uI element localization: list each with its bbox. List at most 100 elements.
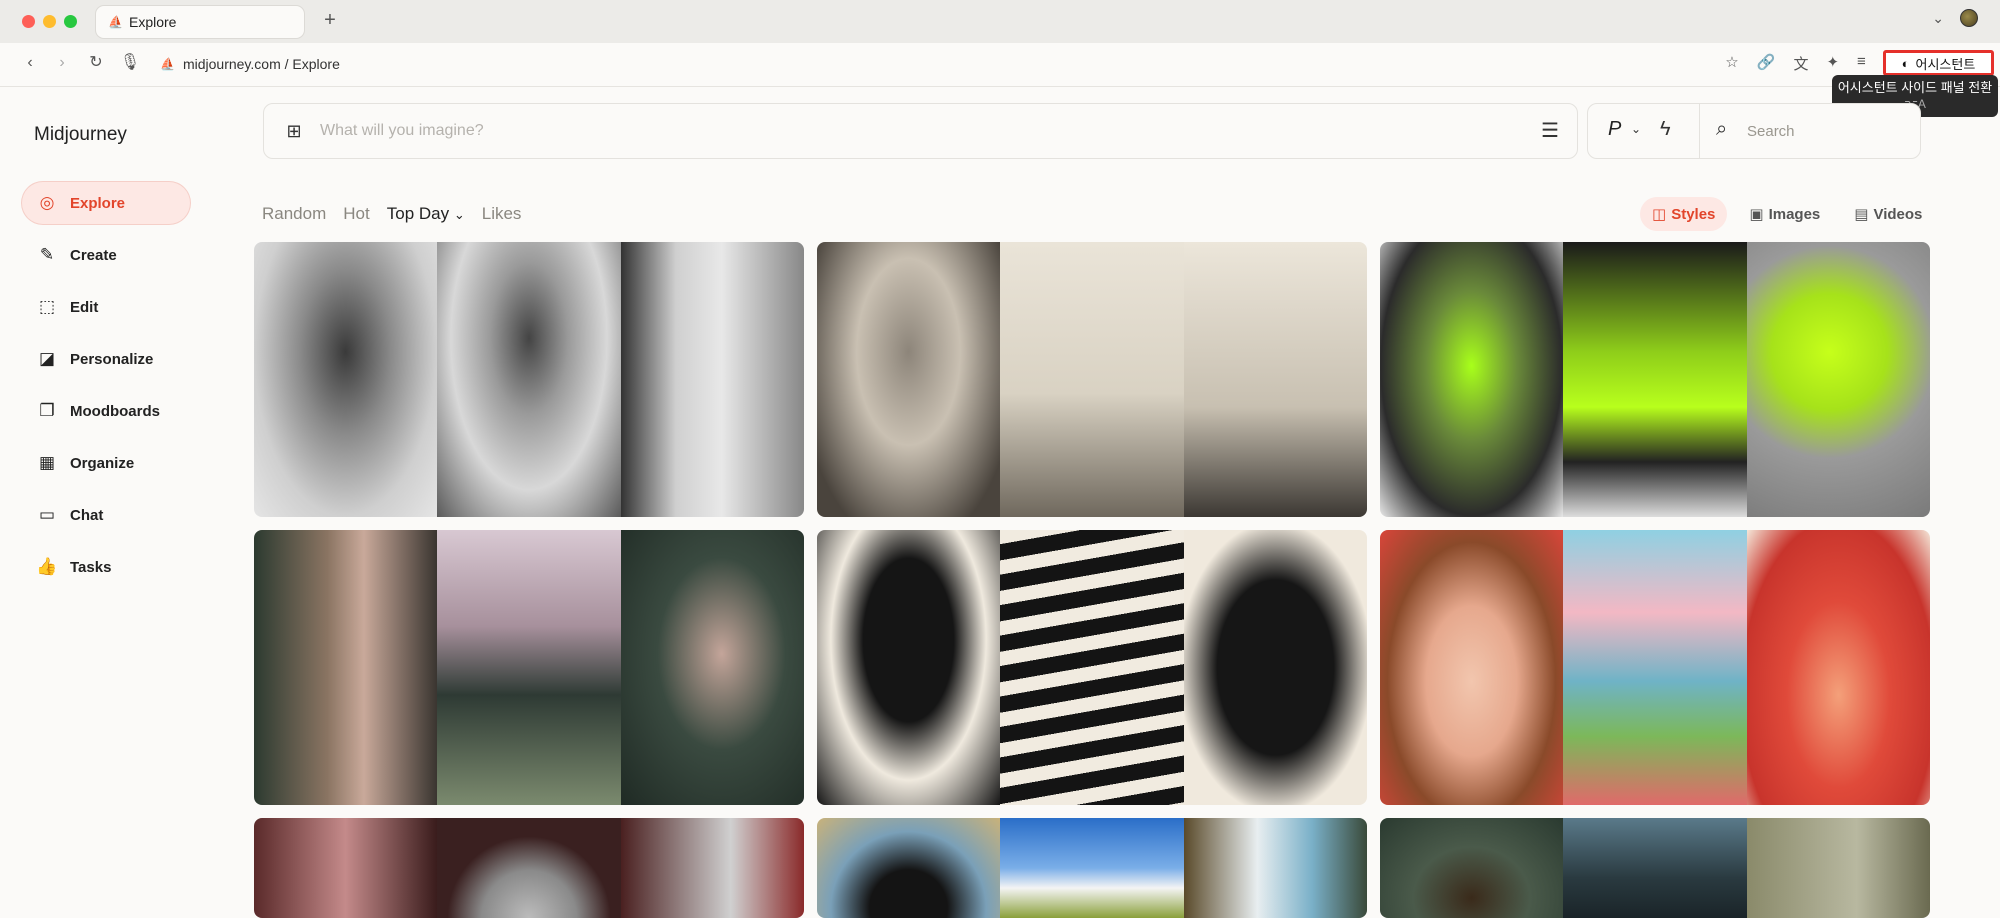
tab-title: Explore (129, 14, 177, 30)
style-card[interactable] (817, 242, 1367, 517)
microphone-icon[interactable]: 🎙 (118, 51, 142, 75)
style-image (437, 242, 621, 517)
sidebar-item-personalize[interactable]: ◪ Personalize (22, 338, 190, 380)
brand-logo[interactable]: Midjourney (34, 124, 127, 146)
style-card[interactable] (254, 818, 804, 918)
tab-videos-label: Videos (1873, 205, 1923, 223)
style-gallery (254, 242, 1930, 918)
divider (1699, 104, 1700, 158)
window-controls (22, 15, 77, 28)
search-input[interactable]: Search (1747, 123, 1795, 140)
settings-sliders-icon[interactable]: ☰ (1541, 118, 1559, 143)
sidebar-item-chat[interactable]: ▭ Chat (22, 494, 190, 536)
zoom-window-button[interactable] (64, 15, 77, 28)
style-card[interactable] (254, 242, 804, 517)
style-image (620, 242, 804, 517)
sidebar-item-create[interactable]: ✎ Create (22, 234, 190, 276)
tooltip-text: 어시스턴트 사이드 패널 전환 (1837, 80, 1993, 95)
style-image (1183, 818, 1367, 918)
style-image (1380, 818, 1564, 918)
sidebar-item-edit[interactable]: ⬚ Edit (22, 286, 190, 328)
tab-videos[interactable]: ▤ Videos (1842, 197, 1934, 231)
style-image (620, 818, 804, 918)
browser-tab[interactable]: ⛵ Explore (96, 6, 304, 38)
prompt-bar[interactable]: ⊞ What will you imagine? ☰ (263, 103, 1578, 159)
style-image (1746, 530, 1930, 805)
assistant-label: 어시스턴트 (1915, 56, 1976, 72)
extensions-icon[interactable]: ✦ (1826, 53, 1839, 74)
personalization-mode-button[interactable]: P (1608, 118, 1621, 141)
style-image (817, 818, 1001, 918)
style-image (254, 242, 438, 517)
sidebar-item-label: Create (70, 246, 117, 264)
tab-styles[interactable]: ◫ Styles (1640, 197, 1728, 231)
style-image (1563, 242, 1747, 517)
minimize-window-button[interactable] (43, 15, 56, 28)
site-icon: ⛵ (160, 57, 175, 71)
thumbs-up-icon: 👍 (36, 557, 58, 576)
url-text: midjourney.com / Explore (182, 56, 340, 72)
style-image (1746, 818, 1930, 918)
moodboard-icon: ❐ (39, 401, 55, 420)
reload-button[interactable]: ↻ (84, 51, 108, 75)
tab-hot[interactable]: Hot (343, 204, 369, 224)
style-image (817, 530, 1001, 805)
lightning-icon[interactable]: ϟ (1660, 118, 1671, 141)
tab-images[interactable]: ▣ Images (1737, 197, 1832, 231)
address-bar[interactable]: ⛵ midjourney.com / Explore (160, 56, 340, 72)
styles-icon: ◫ (1652, 206, 1667, 223)
sidebar-nav: ◎ Explore ✎ Create ⬚ Edit ◪ Personalize … (22, 182, 190, 598)
chevron-down-icon[interactable]: ⌄ (1631, 122, 1641, 136)
forward-button[interactable]: › (50, 51, 74, 75)
chat-icon: ▭ (38, 505, 56, 524)
style-card[interactable] (1380, 818, 1930, 918)
chevron-down-icon: ⌄ (453, 207, 465, 222)
style-card[interactable] (1380, 530, 1930, 805)
style-image (620, 530, 804, 805)
back-button[interactable]: ‹ (18, 51, 42, 75)
style-card[interactable] (817, 818, 1367, 918)
sidebar-item-moodboards[interactable]: ❐ Moodboards (22, 390, 190, 432)
translate-icon[interactable]: 文 (1793, 53, 1808, 74)
new-tab-button[interactable]: + (318, 8, 342, 32)
style-image (1000, 818, 1184, 918)
add-image-icon[interactable]: ⊞ (282, 119, 306, 143)
style-card[interactable] (254, 530, 804, 805)
tab-styles-label: Styles (1671, 205, 1716, 223)
close-window-button[interactable] (22, 15, 35, 28)
assistant-icon: ◐ (1901, 55, 1910, 71)
sidebar-item-label: Personalize (70, 350, 154, 368)
style-image (1000, 530, 1184, 805)
bookmark-star-icon[interactable]: ☆ (1725, 53, 1738, 74)
sidebar-item-tasks[interactable]: 👍 Tasks (22, 546, 190, 588)
sidebar-item-organize[interactable]: ▦ Organize (22, 442, 190, 484)
style-card[interactable] (1380, 242, 1930, 517)
sidebar-item-label: Explore (70, 194, 126, 212)
reader-list-icon[interactable]: ≡ (1857, 53, 1866, 74)
style-image (254, 818, 438, 918)
style-image (1563, 530, 1747, 805)
tab-top-day[interactable]: Top Day ⌄ (387, 204, 465, 224)
style-card[interactable] (817, 530, 1367, 805)
sidebar-item-explore[interactable]: ◎ Explore (22, 182, 190, 224)
video-icon: ▤ (1854, 206, 1869, 223)
content-type-tabs: ◫ Styles ▣ Images ▤ Videos (1640, 197, 1934, 231)
sidebar-item-label: Edit (70, 298, 99, 316)
tab-likes[interactable]: Likes (482, 204, 522, 224)
compass-icon: ◎ (39, 193, 55, 212)
profile-avatar[interactable] (1960, 9, 1978, 27)
style-image (1563, 818, 1747, 918)
assistant-button[interactable]: ◐ 어시스턴트 (1883, 50, 1994, 76)
style-image (1380, 530, 1564, 805)
sidebar-item-label: Organize (70, 454, 135, 472)
style-image (1183, 530, 1367, 805)
style-image (437, 530, 621, 805)
style-image (437, 818, 621, 918)
tab-random[interactable]: Random (262, 204, 326, 224)
tab-top-day-label: Top Day (386, 204, 450, 223)
edit-icon: ⬚ (38, 297, 56, 316)
prompt-input[interactable]: What will you imagine? (320, 122, 484, 140)
tab-list-chevron-icon[interactable]: ⌄ (1932, 10, 1944, 27)
link-icon[interactable]: 🔗 (1757, 53, 1776, 74)
site-favicon-icon: ⛵ (108, 15, 123, 29)
